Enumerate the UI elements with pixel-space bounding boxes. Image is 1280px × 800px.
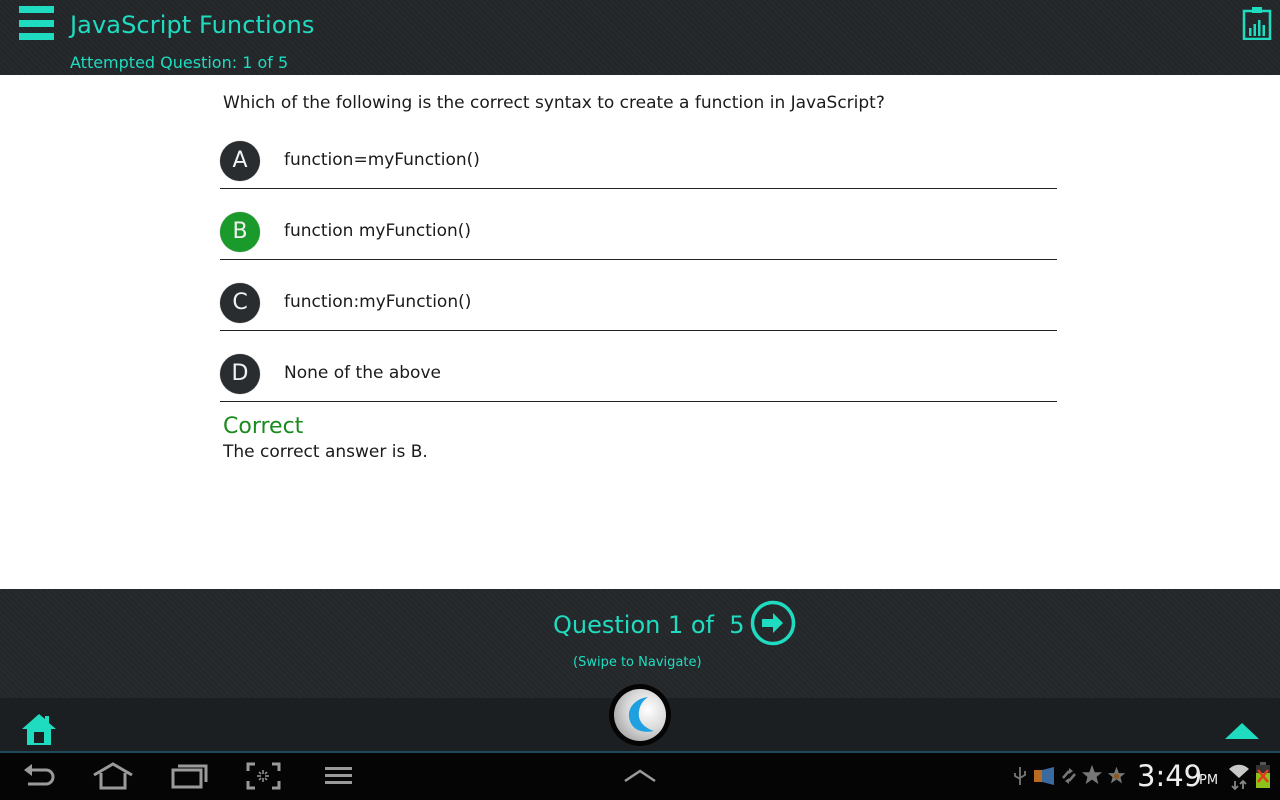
app-logo-icon[interactable] bbox=[609, 684, 671, 746]
option-letter-badge: C bbox=[220, 283, 260, 323]
home-nav-icon[interactable] bbox=[92, 761, 133, 791]
result-title: Correct bbox=[223, 414, 304, 439]
clock-ampm: PM bbox=[1199, 773, 1219, 788]
arrow-right-circle-icon[interactable] bbox=[750, 600, 796, 646]
media-icon bbox=[1033, 767, 1055, 789]
wifi-icon bbox=[1228, 761, 1250, 795]
question-content: Which of the following is the correct sy… bbox=[0, 75, 1280, 589]
triangle-up-icon[interactable] bbox=[1224, 722, 1260, 740]
option-letter-badge: A bbox=[220, 141, 260, 181]
option-text: function:myFunction() bbox=[284, 292, 472, 312]
home-icon[interactable] bbox=[21, 712, 57, 746]
option-a[interactable]: A function=myFunction() bbox=[220, 118, 1057, 189]
screenshot-icon[interactable] bbox=[245, 761, 285, 791]
question-navigation-panel: Question 1 of 5 (Swipe to Navigate) bbox=[0, 589, 1280, 698]
clock-time: 3:49 bbox=[1137, 759, 1203, 793]
star-icon bbox=[1081, 764, 1103, 790]
sync-icon bbox=[1060, 767, 1078, 789]
option-letter-badge: D bbox=[220, 354, 260, 394]
attempted-question-label: Attempted Question: 1 of 5 bbox=[70, 53, 289, 72]
battery-icon bbox=[1256, 762, 1270, 792]
usb-icon bbox=[1013, 765, 1027, 791]
question-text: Which of the following is the correct sy… bbox=[223, 93, 885, 113]
option-c[interactable]: C function:myFunction() bbox=[220, 260, 1057, 331]
recent-apps-icon[interactable] bbox=[170, 761, 210, 791]
action-bar: JavaScript Functions Attempted Question:… bbox=[0, 0, 1280, 75]
swipe-hint: (Swipe to Navigate) bbox=[573, 655, 702, 670]
page-title: JavaScript Functions bbox=[70, 11, 315, 39]
system-navigation-bar: 3:49 PM bbox=[0, 753, 1280, 800]
option-letter-badge-selected: B bbox=[220, 212, 260, 252]
option-d[interactable]: D None of the above bbox=[220, 331, 1057, 402]
result-explanation: The correct answer is B. bbox=[223, 442, 428, 462]
option-b[interactable]: B function myFunction() bbox=[220, 189, 1057, 260]
menu-icon[interactable] bbox=[323, 761, 363, 791]
star-small-icon bbox=[1107, 766, 1126, 789]
footer-bar bbox=[0, 684, 1280, 753]
back-icon[interactable] bbox=[20, 761, 60, 791]
hamburger-menu-icon[interactable] bbox=[19, 6, 55, 42]
question-counter: Question 1 of 5 bbox=[553, 611, 745, 639]
option-text: function myFunction() bbox=[284, 221, 472, 241]
option-text: function=myFunction() bbox=[284, 150, 480, 170]
chevron-up-icon[interactable] bbox=[620, 761, 660, 791]
option-text: None of the above bbox=[284, 363, 441, 383]
clipboard-chart-icon[interactable] bbox=[1242, 6, 1272, 41]
